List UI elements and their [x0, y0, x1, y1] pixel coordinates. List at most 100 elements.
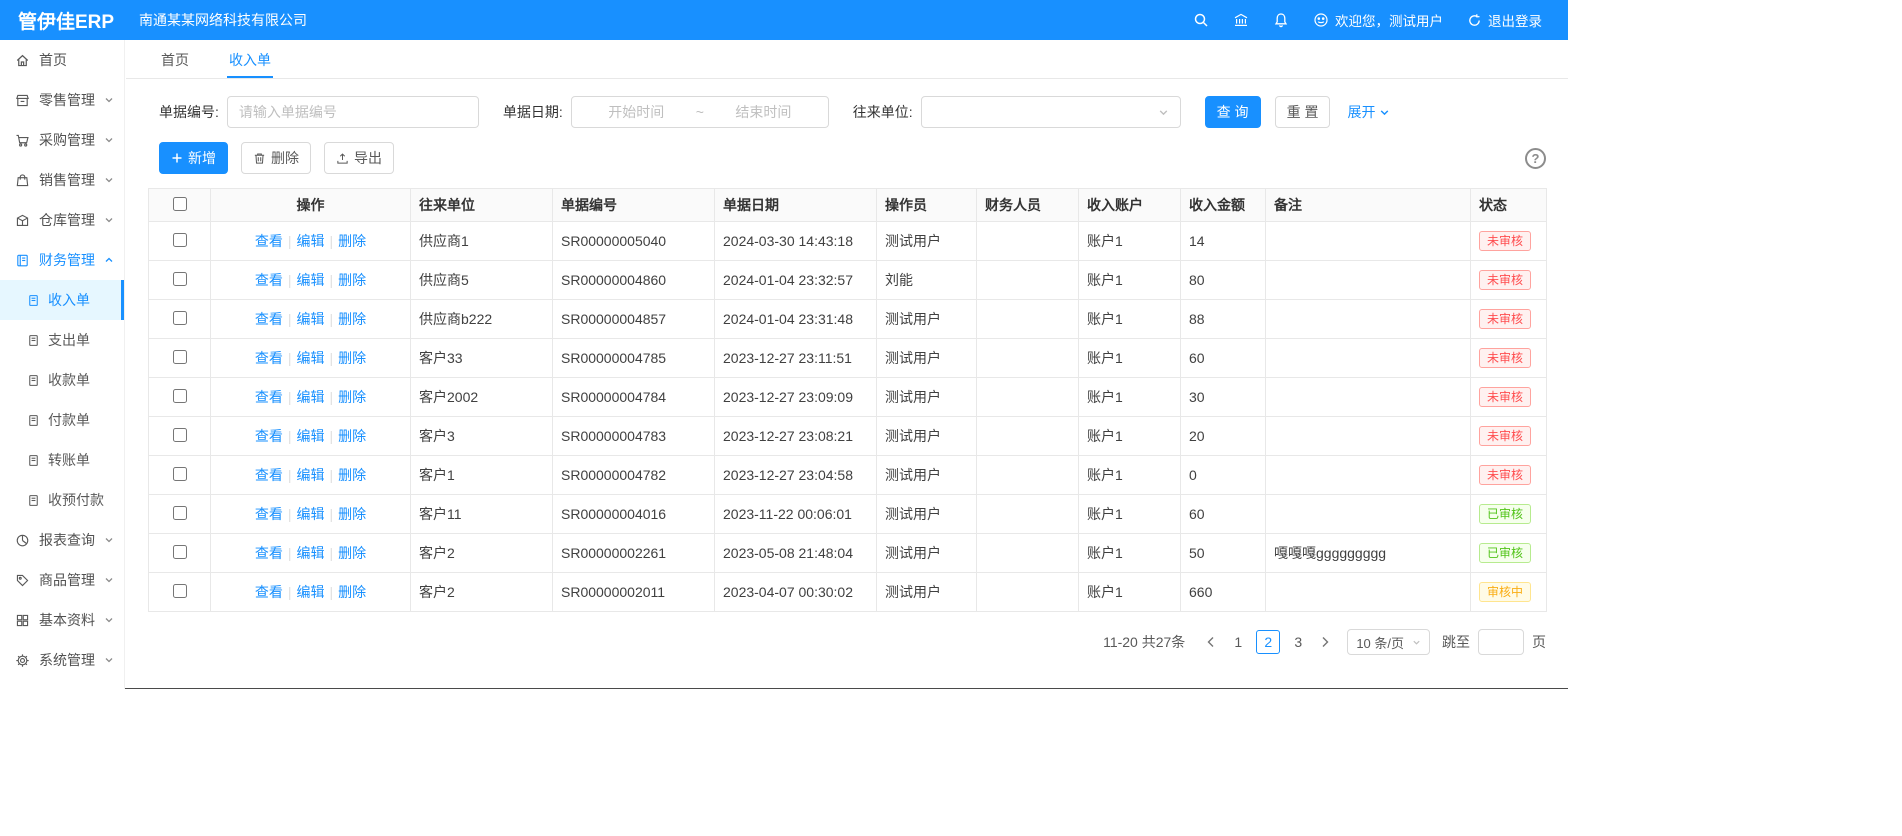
- cell-partner: 客户2: [411, 573, 553, 612]
- sidebar-item-report[interactable]: 报表查询: [0, 520, 124, 560]
- edit-link[interactable]: 编辑: [297, 428, 325, 444]
- filter-number: 单据编号:: [159, 96, 479, 128]
- view-link[interactable]: 查看: [255, 389, 283, 405]
- row-checkbox[interactable]: [173, 584, 187, 598]
- delete-link[interactable]: 删除: [338, 389, 366, 405]
- edit-link[interactable]: 编辑: [297, 272, 325, 288]
- row-check-cell: [149, 300, 211, 339]
- delete-link[interactable]: 删除: [338, 584, 366, 600]
- edit-link[interactable]: 编辑: [297, 389, 325, 405]
- sidebar-subitem-transfer[interactable]: 转账单: [0, 440, 124, 480]
- sidebar-item-warehouse[interactable]: 仓库管理: [0, 200, 124, 240]
- tab-income[interactable]: 收入单: [227, 40, 273, 78]
- row-checkbox[interactable]: [173, 506, 187, 520]
- sidebar-item-goods[interactable]: 商品管理: [0, 560, 124, 600]
- row-checkbox[interactable]: [173, 545, 187, 559]
- cell-operator: 测试用户: [877, 456, 977, 495]
- view-link[interactable]: 查看: [255, 311, 283, 327]
- row-checkbox[interactable]: [173, 389, 187, 403]
- page-button-2-active[interactable]: 2: [1256, 630, 1280, 654]
- delete-button[interactable]: 删除: [241, 142, 311, 174]
- view-link[interactable]: 查看: [255, 272, 283, 288]
- view-link[interactable]: 查看: [255, 545, 283, 561]
- sidebar-item-system[interactable]: 系统管理: [0, 640, 124, 680]
- table-row: 查看|编辑|删除 客户2 SR00000002261 2023-05-08 21…: [149, 534, 1547, 573]
- view-link[interactable]: 查看: [255, 233, 283, 249]
- delete-link[interactable]: 删除: [338, 506, 366, 522]
- export-button[interactable]: 导出: [324, 142, 394, 174]
- sidebar-subitem-advance[interactable]: 收预付款: [0, 480, 124, 520]
- row-checkbox[interactable]: [173, 272, 187, 286]
- cell-amount: 14: [1181, 222, 1266, 261]
- search-button[interactable]: 查 询: [1205, 96, 1261, 128]
- delete-link[interactable]: 删除: [338, 311, 366, 327]
- cell-operator: 测试用户: [877, 339, 977, 378]
- help-icon[interactable]: ?: [1525, 148, 1546, 169]
- bank-icon[interactable]: [1233, 12, 1249, 28]
- sidebar-item-basedata[interactable]: 基本资料: [0, 600, 124, 640]
- next-page-button[interactable]: [1313, 630, 1337, 654]
- delete-link[interactable]: 删除: [338, 545, 366, 561]
- sidebar-subitem-income[interactable]: 收入单: [0, 280, 124, 320]
- view-link[interactable]: 查看: [255, 467, 283, 483]
- page-button-1[interactable]: 1: [1226, 630, 1250, 654]
- edit-link[interactable]: 编辑: [297, 350, 325, 366]
- logout-button[interactable]: 退出登录: [1467, 10, 1542, 30]
- date-range-picker[interactable]: 开始时间 ~ 结束时间: [571, 96, 829, 128]
- date-label: 单据日期:: [503, 102, 563, 122]
- cell-operator: 测试用户: [877, 573, 977, 612]
- edit-link[interactable]: 编辑: [297, 311, 325, 327]
- sidebar-subitem-payment[interactable]: 付款单: [0, 400, 124, 440]
- row-operation-cell: 查看|编辑|删除: [211, 573, 411, 612]
- delete-link[interactable]: 删除: [338, 233, 366, 249]
- delete-link[interactable]: 删除: [338, 467, 366, 483]
- row-checkbox[interactable]: [173, 428, 187, 442]
- prev-page-button[interactable]: [1199, 630, 1223, 654]
- sidebar-item-retail[interactable]: 零售管理: [0, 80, 124, 120]
- page-button-3[interactable]: 3: [1286, 630, 1310, 654]
- view-link[interactable]: 查看: [255, 428, 283, 444]
- row-check-cell: [149, 573, 211, 612]
- sidebar-subitem-label: 支出单: [48, 330, 90, 350]
- cell-status: 未审核: [1471, 417, 1547, 456]
- delete-link[interactable]: 删除: [338, 428, 366, 444]
- status-badge: 未审核: [1479, 387, 1531, 407]
- edit-link[interactable]: 编辑: [297, 467, 325, 483]
- row-checkbox[interactable]: [173, 350, 187, 364]
- reset-button[interactable]: 重 置: [1275, 96, 1331, 128]
- edit-link[interactable]: 编辑: [297, 584, 325, 600]
- page-size-select[interactable]: 10 条/页: [1347, 629, 1430, 655]
- expand-link[interactable]: 展开: [1347, 102, 1390, 122]
- select-all-checkbox[interactable]: [173, 197, 187, 211]
- partner-select[interactable]: [921, 96, 1181, 128]
- page-jump-input[interactable]: [1478, 629, 1524, 655]
- sidebar-item-purchase[interactable]: 采购管理: [0, 120, 124, 160]
- view-link[interactable]: 查看: [255, 584, 283, 600]
- search-icon[interactable]: [1193, 12, 1209, 28]
- document-icon: [27, 414, 40, 427]
- edit-link[interactable]: 编辑: [297, 545, 325, 561]
- add-button[interactable]: 新增: [159, 142, 228, 174]
- sidebar-item-finance[interactable]: 财务管理: [0, 240, 124, 280]
- sidebar-subitem-expense[interactable]: 支出单: [0, 320, 124, 360]
- app-window: 管伊佳ERP 南通某某网络科技有限公司 欢迎您，测试用户: [0, 0, 1568, 689]
- table-row: 查看|编辑|删除 供应商b222 SR00000004857 2024-01-0…: [149, 300, 1547, 339]
- cell-remark: [1266, 495, 1471, 534]
- sidebar-item-home[interactable]: 首页: [0, 40, 124, 80]
- edit-link[interactable]: 编辑: [297, 506, 325, 522]
- sidebar-item-sales[interactable]: 销售管理: [0, 160, 124, 200]
- delete-link[interactable]: 删除: [338, 272, 366, 288]
- welcome-user[interactable]: 欢迎您，测试用户: [1313, 10, 1443, 30]
- view-link[interactable]: 查看: [255, 350, 283, 366]
- row-checkbox[interactable]: [173, 467, 187, 481]
- tab-home[interactable]: 首页: [159, 40, 191, 78]
- delete-link[interactable]: 删除: [338, 350, 366, 366]
- number-input[interactable]: [227, 96, 479, 128]
- partner-label: 往来单位:: [853, 102, 913, 122]
- edit-link[interactable]: 编辑: [297, 233, 325, 249]
- row-checkbox[interactable]: [173, 233, 187, 247]
- bell-icon[interactable]: [1273, 12, 1289, 28]
- sidebar-subitem-receipt[interactable]: 收款单: [0, 360, 124, 400]
- view-link[interactable]: 查看: [255, 506, 283, 522]
- row-checkbox[interactable]: [173, 311, 187, 325]
